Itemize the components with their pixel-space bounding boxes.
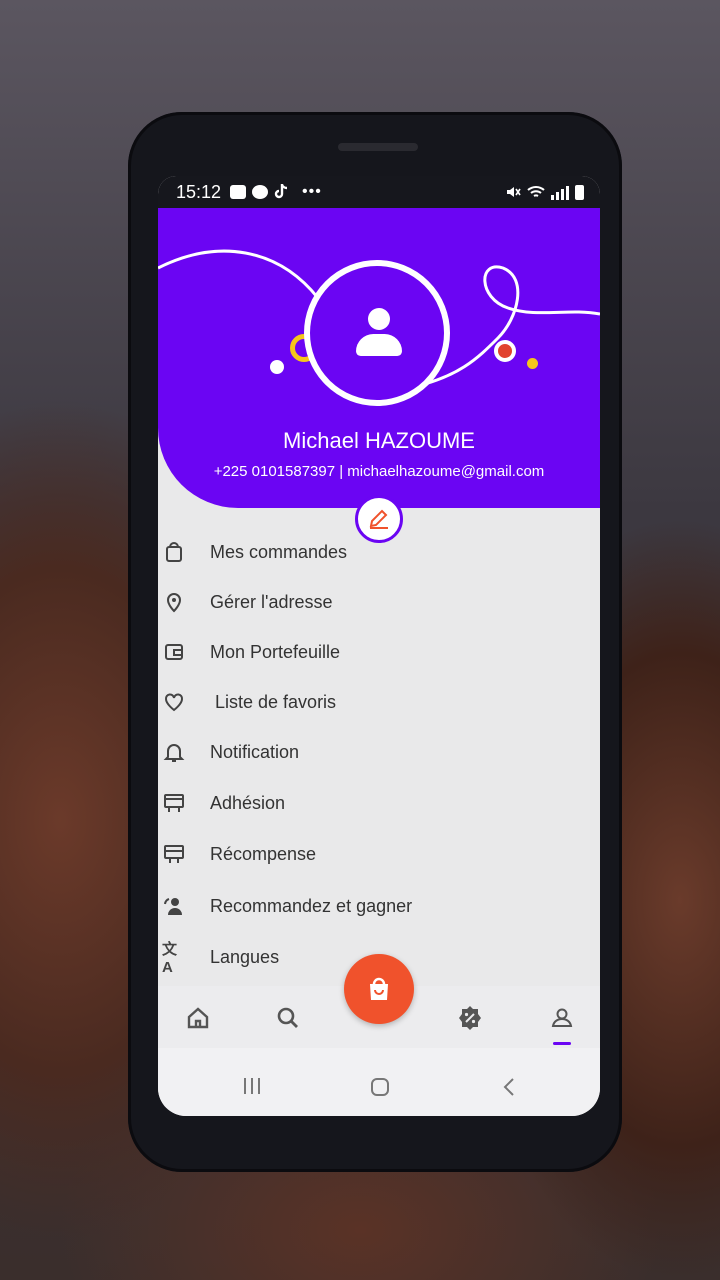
phone-screen: 15:12 ••• Michael HAZOUME +225 010158739… [158, 176, 600, 1116]
heart-icon [162, 690, 186, 714]
menu-item-label: Mes commandes [210, 541, 348, 562]
signal-icon [551, 186, 569, 200]
profile-icon[interactable] [548, 1004, 576, 1032]
menu-item-refer[interactable]: Recommandez et gagner [158, 886, 600, 926]
menu-item-favorites[interactable]: Liste de favoris [158, 682, 600, 722]
status-app-icons: ••• [230, 183, 322, 201]
wallet-icon [162, 640, 186, 664]
discount-icon[interactable] [456, 1004, 484, 1032]
mute-icon [507, 187, 521, 197]
translate-icon: 文A [162, 941, 178, 976]
wifi-icon [527, 186, 545, 197]
profile-header: Michael HAZOUME +225 0101587397 | michae… [158, 208, 600, 508]
menu-item-label: Notification [210, 741, 300, 762]
menu-item-notification[interactable]: Notification [158, 732, 600, 772]
home-icon[interactable] [184, 1004, 212, 1032]
battery-icon [575, 185, 584, 200]
status-bar: 15:12 ••• [158, 176, 600, 208]
menu-item-membership[interactable]: Adhésion [158, 783, 600, 823]
bag-icon [162, 540, 186, 564]
menu-item-orders[interactable]: Mes commandes [158, 532, 600, 572]
youtube-icon [230, 185, 246, 199]
menu-item-label: Récompense [210, 843, 317, 864]
recents-icon[interactable] [244, 1078, 260, 1094]
shopping-bag-button[interactable] [344, 954, 414, 1024]
decor-dot-yellow [527, 358, 538, 369]
home-button-icon[interactable] [371, 1078, 389, 1096]
menu-item-label: Recommandez et gagner [210, 895, 413, 916]
refer-icon [162, 894, 186, 918]
menu-item-label: Langues [210, 946, 280, 967]
bell-icon [162, 740, 186, 764]
avatar[interactable] [304, 260, 450, 406]
active-tab-indicator [553, 1042, 571, 1045]
decor-dot-red [494, 340, 516, 362]
phone-earpiece [338, 143, 418, 151]
menu-item-label: Adhésion [210, 792, 286, 813]
card-icon [162, 791, 186, 815]
menu-item-label: Liste de favoris [215, 691, 337, 712]
menu-item-reward[interactable]: Récompense [158, 834, 600, 874]
menu-item-address[interactable]: Gérer l'adresse [158, 582, 600, 622]
tiktok-icon [274, 184, 288, 199]
pencil-icon [369, 509, 388, 529]
back-icon[interactable] [502, 1077, 516, 1097]
status-time: 15:12 [176, 182, 222, 202]
profile-name: Michael HAZOUME [283, 428, 475, 453]
menu-item-wallet[interactable]: Mon Portefeuille [158, 632, 600, 672]
shopping-bag-icon [370, 977, 388, 1000]
search-icon[interactable] [274, 1004, 302, 1032]
more-icon: ••• [302, 183, 322, 200]
decor-dot-white [270, 360, 284, 374]
reward-icon [162, 842, 186, 866]
system-nav-bar [158, 1048, 600, 1116]
menu-item-label: Mon Portefeuille [210, 641, 341, 662]
menu-item-label: Gérer l'adresse [210, 591, 333, 612]
location-pin-icon [162, 590, 186, 614]
status-system-icons [505, 184, 584, 200]
facebook-icon [252, 185, 268, 199]
profile-contact: +225 0101587397 | michaelhazoume@gmail.c… [213, 463, 545, 480]
